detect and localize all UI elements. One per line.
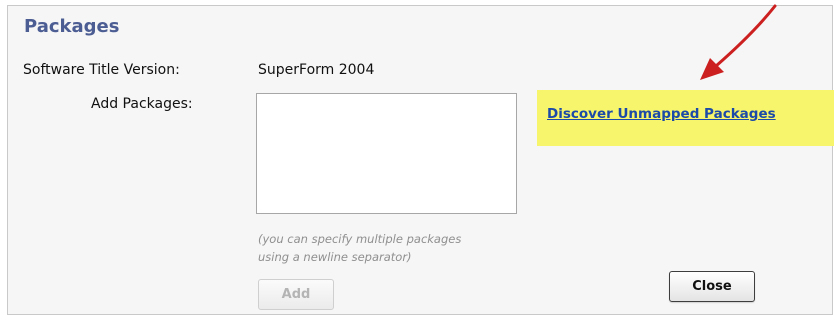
hint-line-1: (you can specify multiple packages: [258, 232, 462, 246]
packages-hint: (you can specify multiple packages using…: [258, 230, 461, 266]
red-arrow-icon: [700, 4, 777, 80]
packages-textarea[interactable]: [256, 93, 517, 214]
add-button[interactable]: Add: [258, 279, 334, 310]
panel-title: Packages: [24, 16, 120, 37]
close-button[interactable]: Close: [669, 271, 755, 302]
discover-unmapped-packages-link[interactable]: Discover Unmapped Packages: [547, 106, 776, 122]
version-value: SuperForm 2004: [258, 62, 375, 78]
hint-line-2: using a newline separator): [258, 250, 412, 264]
version-label: Software Title Version:: [23, 62, 180, 78]
add-packages-label: Add Packages:: [91, 96, 193, 112]
